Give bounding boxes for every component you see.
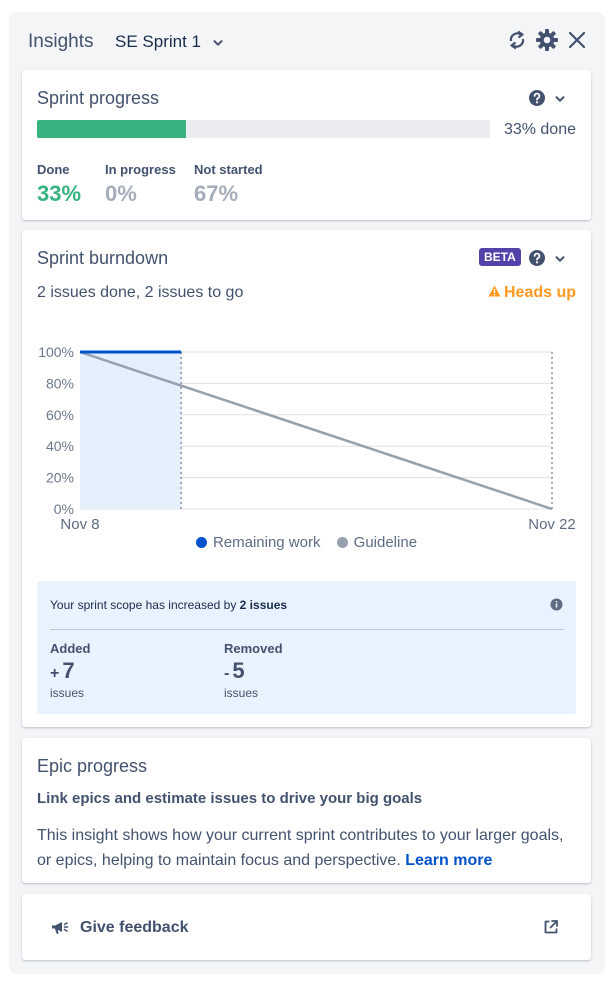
insights-title: Insights <box>28 31 94 52</box>
gear-icon[interactable] <box>535 28 559 52</box>
sprint-burndown-title: Sprint burndown <box>37 248 169 268</box>
help-icon[interactable] <box>528 89 546 107</box>
close-icon[interactable] <box>565 28 589 52</box>
x-tick-label: Nov 8 <box>60 516 99 530</box>
beta-badge: BETA <box>479 248 521 266</box>
sprint-selector-label: SE Sprint 1 <box>115 32 201 51</box>
sprint-progress-fill <box>37 120 187 138</box>
epic-progress-title: Epic progress <box>37 756 148 776</box>
removed-sign: - <box>224 665 230 682</box>
chevron-down-icon[interactable] <box>554 253 566 265</box>
legend-guideline-label: Guideline <box>353 534 418 551</box>
refresh-icon[interactable] <box>505 28 529 52</box>
stat-not-started-value: 67% <box>194 181 239 206</box>
help-icon[interactable] <box>528 249 546 267</box>
scope-change-panel: Your sprint scope has increased by 2 iss… <box>37 581 576 714</box>
learn-more-link[interactable]: Learn more <box>405 852 492 869</box>
epic-progress-description: This insight shows how your current spri… <box>37 823 577 873</box>
sprint-burndown-card: Sprint burndown BETA 2 issues done, 2 is… <box>22 230 591 727</box>
legend-remaining-label: Remaining work <box>212 534 321 551</box>
y-tick-label: 60% <box>46 407 74 423</box>
feedback-card[interactable]: Give feedback <box>22 894 591 960</box>
x-tick-label: Nov 22 <box>528 516 576 530</box>
chevron-down-icon <box>213 39 223 46</box>
y-tick-label: 80% <box>46 375 74 391</box>
chart-legend: Remaining work Guideline <box>22 534 591 551</box>
heads-up-label: Heads up <box>503 284 576 301</box>
sprint-selector[interactable]: SE Sprint 1 <box>115 32 224 52</box>
warning-icon <box>488 285 501 297</box>
insights-panel: Insights SE Sprint 1 Sprint progress 33%… <box>9 12 605 974</box>
scope-message-count: 2 issues <box>239 598 288 612</box>
legend-remaining-work: Remaining work <box>195 534 321 551</box>
added-sign: + <box>50 665 60 682</box>
added-label: Added <box>50 641 91 656</box>
info-icon[interactable] <box>550 598 563 611</box>
megaphone-icon <box>52 922 69 934</box>
legend-dot-remaining <box>195 537 207 548</box>
sprint-progress-percent: 33% done <box>503 121 576 138</box>
removed-number: 5 <box>232 658 245 683</box>
stat-done-value: 33% <box>37 181 82 206</box>
sprint-progress-title: Sprint progress <box>37 88 160 108</box>
scope-message-text: Your sprint scope has increased by <box>50 598 240 612</box>
y-tick-label: 100% <box>38 344 74 360</box>
added-unit: issues <box>50 686 85 700</box>
legend-guideline: Guideline <box>336 534 418 551</box>
removed-value: -5 <box>224 658 245 684</box>
stat-in-progress-label: In progress <box>105 162 176 177</box>
elapsed-region <box>80 352 182 509</box>
y-tick-label: 40% <box>46 438 74 454</box>
removed-unit: issues <box>224 686 259 700</box>
legend-dot-guideline <box>336 537 348 548</box>
epic-progress-card: Epic progress Link epics and estimate is… <box>22 738 591 883</box>
y-tick-label: 0% <box>54 501 74 517</box>
epic-progress-subtitle: Link epics and estimate issues to drive … <box>37 790 423 807</box>
insights-header: Insights SE Sprint 1 <box>9 12 605 70</box>
chevron-down-icon[interactable] <box>554 93 566 105</box>
scope-divider <box>50 629 564 630</box>
give-feedback-label[interactable]: Give feedback <box>80 919 189 937</box>
added-number: 7 <box>62 658 75 683</box>
heads-up-warning[interactable]: Heads up <box>488 284 576 302</box>
stat-in-progress-value: 0% <box>105 181 137 206</box>
y-tick-label: 20% <box>46 470 74 486</box>
burndown-summary: 2 issues done, 2 issues to go <box>37 284 244 301</box>
sprint-progress-card: Sprint progress 33% done Done 33% In pro… <box>22 70 591 220</box>
stat-not-started-label: Not started <box>194 162 263 177</box>
sprint-progress-bar <box>37 120 490 138</box>
removed-label: Removed <box>224 641 283 656</box>
added-value: +7 <box>50 658 75 684</box>
stat-done-label: Done <box>37 162 70 177</box>
external-link-icon[interactable] <box>543 919 559 935</box>
scope-message: Your sprint scope has increased by 2 iss… <box>50 598 287 612</box>
burndown-chart: 0% 20% 40% 60% 80% 100% Nov 8 Nov 22 <box>38 344 576 530</box>
